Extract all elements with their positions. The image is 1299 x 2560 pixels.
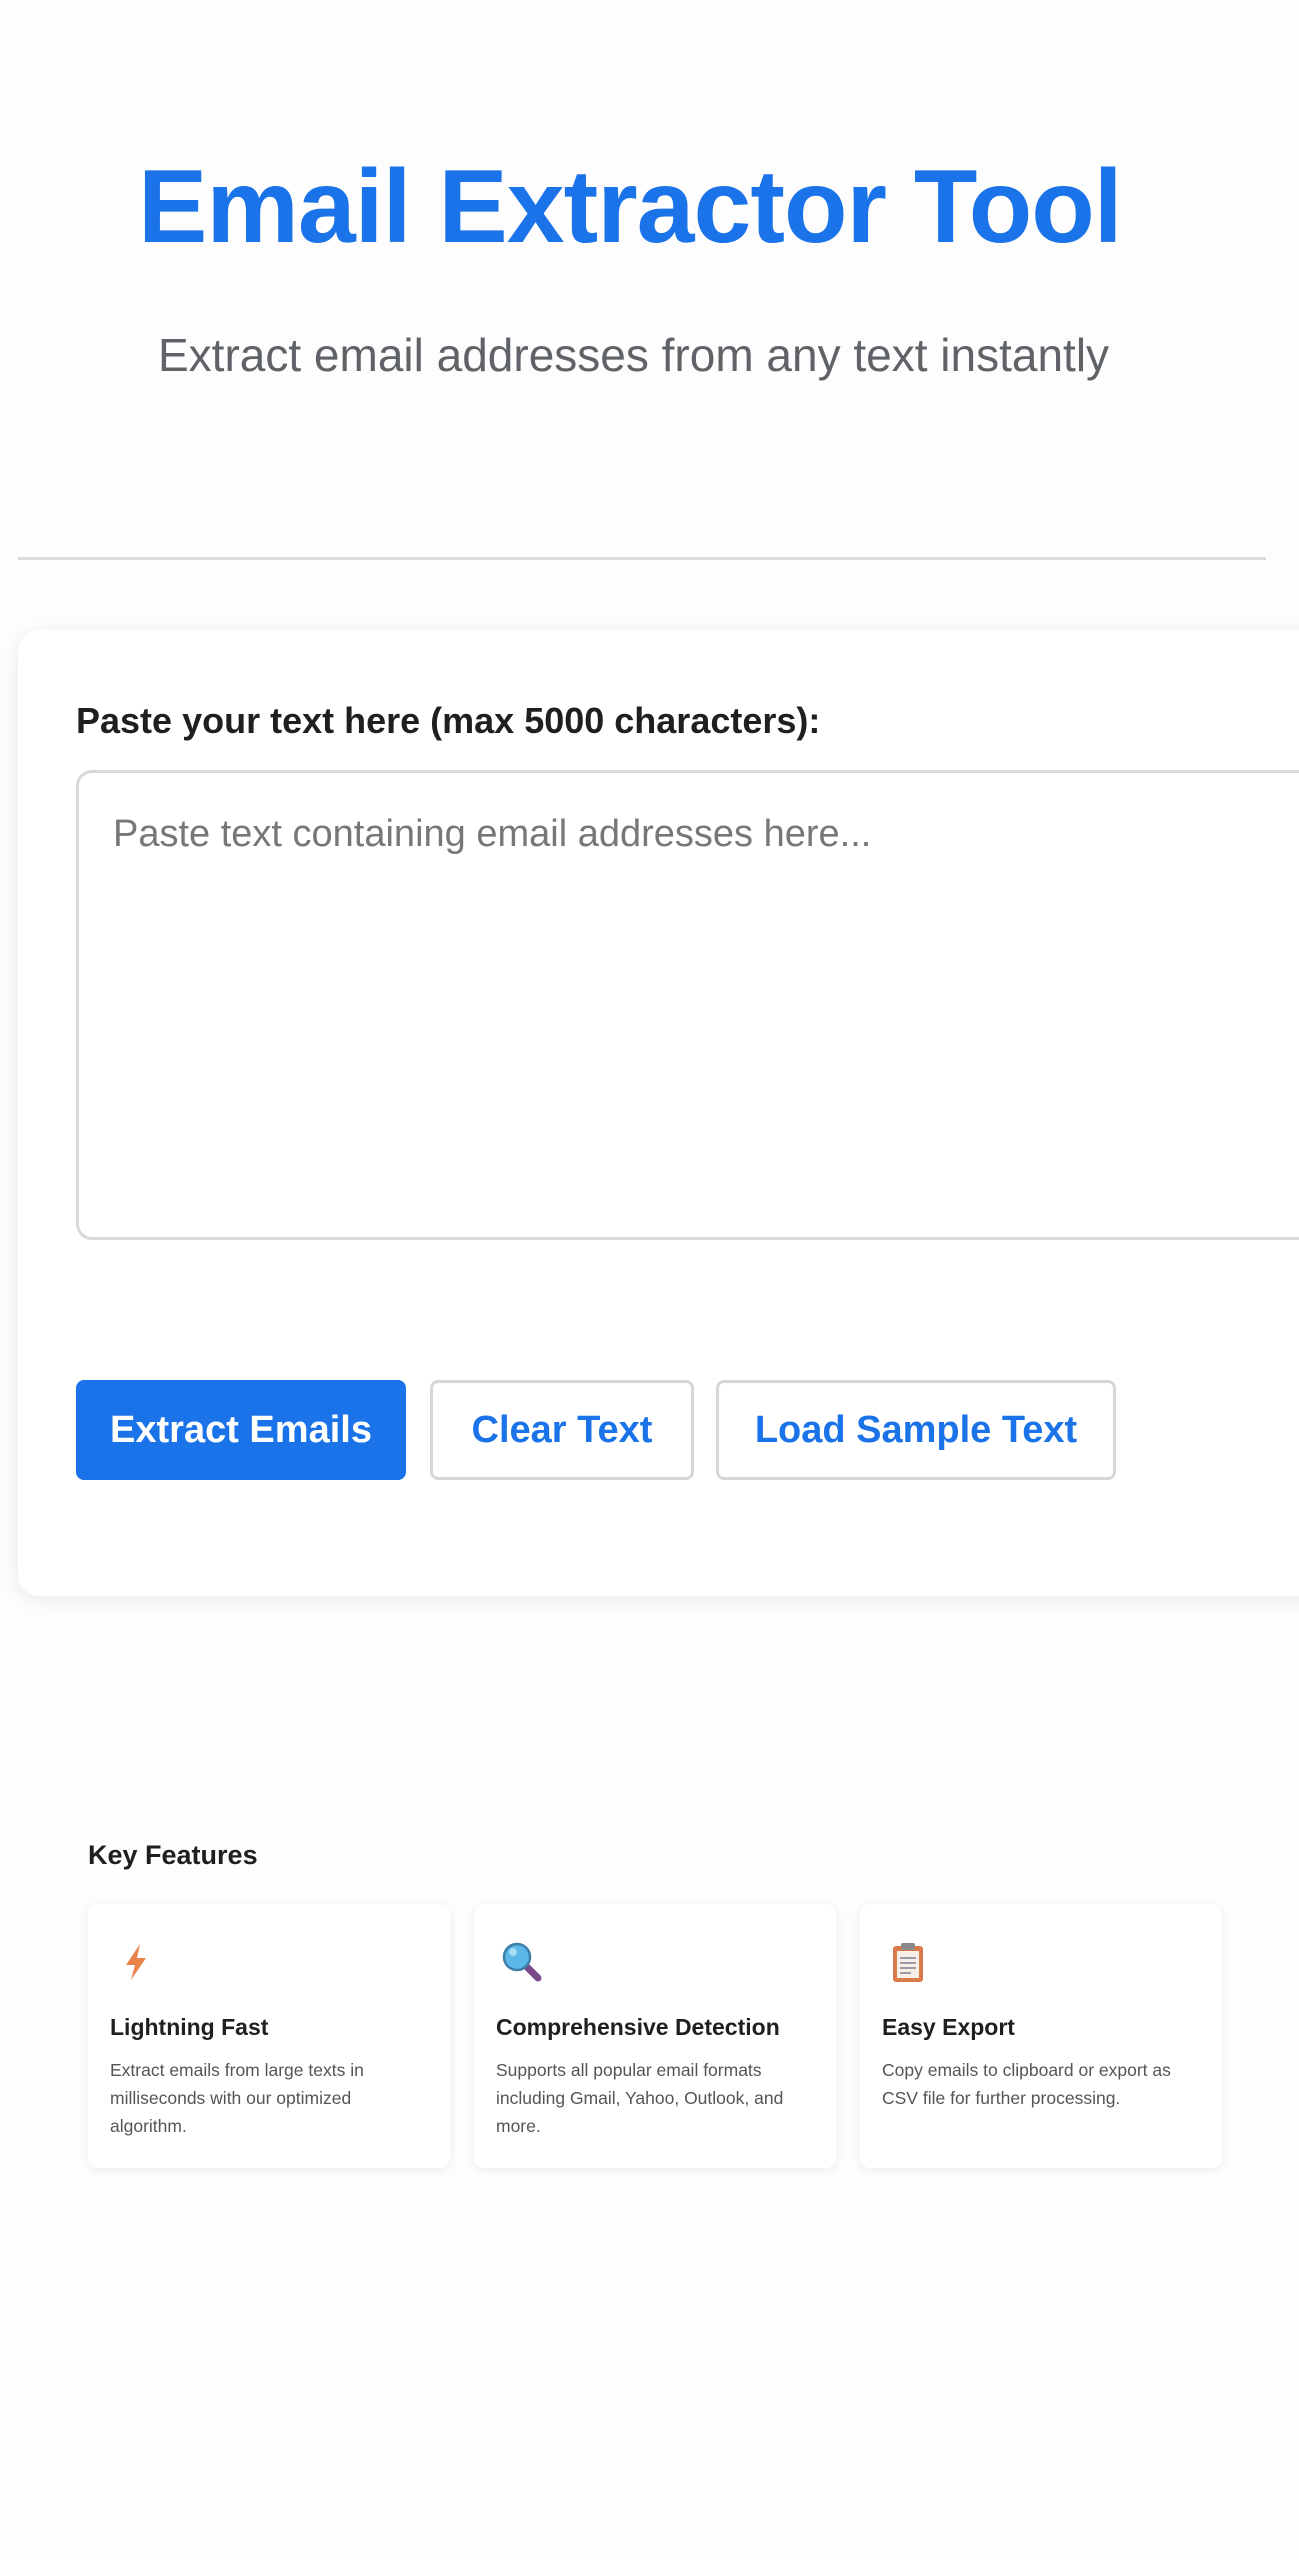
- load-sample-text-button[interactable]: Load Sample Text: [716, 1380, 1116, 1480]
- feature-grid: Lightning Fast Extract emails from large…: [88, 1904, 1222, 2168]
- text-input-label: Paste your text here (max 5000 character…: [76, 700, 821, 741]
- feature-description: Extract emails from large texts in milli…: [110, 2060, 364, 2136]
- lightning-icon: [126, 1944, 146, 1980]
- input-card: Paste your text here (max 5000 character…: [18, 630, 1299, 1596]
- feature-description: Supports all popular email formats inclu…: [496, 2060, 784, 2136]
- text-input[interactable]: [76, 770, 1299, 1240]
- page-subtitle: Extract email addresses from any text in…: [158, 329, 1110, 381]
- feature-card-easy-export: Easy Export Copy emails to clipboard or …: [860, 1904, 1222, 2168]
- extract-emails-button[interactable]: Extract Emails: [76, 1380, 406, 1480]
- feature-card-comprehensive-detection: Comprehensive Detection Supports all pop…: [474, 1904, 836, 2168]
- features-section: Key Features Lightning Fast Extract emai…: [88, 1840, 1222, 2168]
- feature-description: Copy emails to clipboard or export as CS…: [882, 2060, 1171, 2108]
- features-heading: Key Features: [88, 1840, 258, 1870]
- header-divider: [18, 557, 1266, 560]
- feature-title: Easy Export: [882, 2014, 1015, 2040]
- clear-text-button[interactable]: Clear Text: [430, 1380, 694, 1480]
- page-title: Email Extractor Tool: [138, 149, 1123, 265]
- clipboard-icon: [893, 1943, 923, 1982]
- feature-card-lightning-fast: Lightning Fast Extract emails from large…: [88, 1904, 450, 2168]
- magnifier-icon: [502, 1942, 542, 1982]
- page: Email Extractor Tool Extract email addre…: [0, 0, 1299, 2560]
- header: Email Extractor Tool Extract email addre…: [0, 0, 1260, 420]
- feature-title: Comprehensive Detection: [496, 2014, 780, 2040]
- feature-title: Lightning Fast: [110, 2014, 269, 2040]
